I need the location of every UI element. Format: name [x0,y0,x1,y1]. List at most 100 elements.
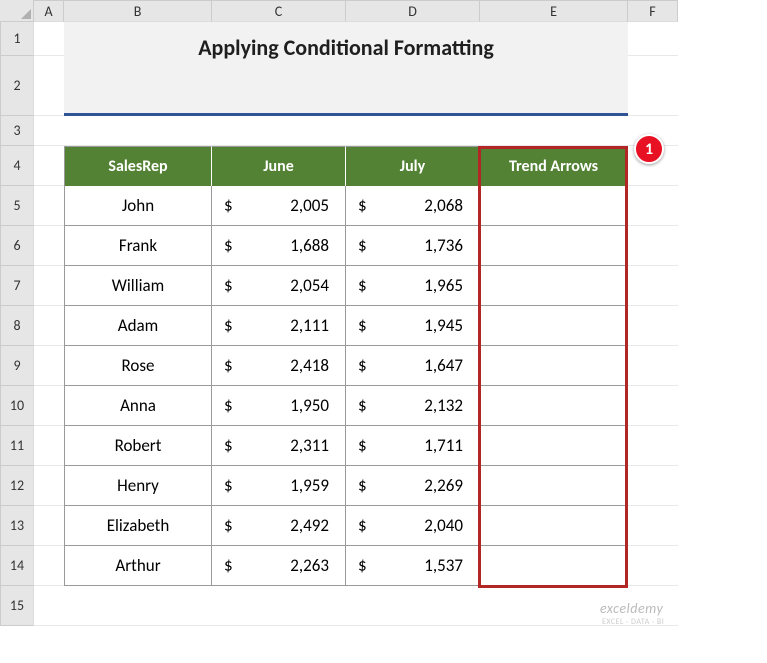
row-header-12[interactable]: 12 [0,466,34,506]
table-row[interactable] [480,306,628,346]
cell-F6[interactable] [628,226,678,266]
cell-F1[interactable] [628,22,678,56]
table-row[interactable] [480,386,628,426]
table-row[interactable]: $2,492 [212,506,346,546]
row-header-6[interactable]: 6 [0,226,34,266]
col-header-C[interactable]: C [212,0,346,22]
cell-E3[interactable] [480,116,628,146]
table-row[interactable]: $2,068 [346,186,480,226]
cell-F12[interactable] [628,466,678,506]
cell-A10[interactable] [34,386,64,426]
table-row[interactable]: $1,647 [346,346,480,386]
row-header-10[interactable]: 10 [0,386,34,426]
table-row[interactable]: $2,005 [212,186,346,226]
cell-F11[interactable] [628,426,678,466]
table-row[interactable]: Rose [64,346,212,386]
row-header-5[interactable]: 5 [0,186,34,226]
cell-A4[interactable] [34,146,64,186]
cell-B15[interactable] [64,586,212,626]
cell-A15[interactable] [34,586,64,626]
row-header-13[interactable]: 13 [0,506,34,546]
cell-A8[interactable] [34,306,64,346]
table-row[interactable]: Anna [64,386,212,426]
col-header-F[interactable]: F [628,0,678,22]
cell-A1[interactable] [34,22,64,56]
table-row[interactable]: $1,537 [346,546,480,586]
table-row[interactable]: $1,945 [346,306,480,346]
cell-A5[interactable] [34,186,64,226]
cell-F14[interactable] [628,546,678,586]
table-row[interactable]: $2,418 [212,346,346,386]
table-row[interactable] [480,226,628,266]
table-row[interactable]: $1,965 [346,266,480,306]
row-header-7[interactable]: 7 [0,266,34,306]
table-row[interactable] [480,466,628,506]
table-row[interactable] [480,506,628,546]
table-header-june[interactable]: June [212,146,346,186]
table-row[interactable]: John [64,186,212,226]
table-row[interactable]: $2,111 [212,306,346,346]
table-row[interactable]: Elizabeth [64,506,212,546]
table-header-salesrep[interactable]: SalesRep [64,146,212,186]
row-header-14[interactable]: 14 [0,546,34,586]
table-row[interactable]: Henry [64,466,212,506]
select-all-corner[interactable] [0,0,34,22]
row-header-2[interactable]: 2 [0,56,34,116]
table-row[interactable]: $2,311 [212,426,346,466]
cell-F7[interactable] [628,266,678,306]
title-cell[interactable]: Applying Conditional Formatting [64,22,628,116]
row-header-1[interactable]: 1 [0,22,34,56]
col-header-A[interactable]: A [34,0,64,22]
table-row[interactable] [480,426,628,466]
col-header-D[interactable]: D [346,0,480,22]
cell-D3[interactable] [346,116,480,146]
cell-A9[interactable] [34,346,64,386]
cell-C3[interactable] [212,116,346,146]
col-header-E[interactable]: E [480,0,628,22]
table-row[interactable]: $2,132 [346,386,480,426]
table-row[interactable]: $1,959 [212,466,346,506]
table-row[interactable]: $2,040 [346,506,480,546]
table-row[interactable]: $1,736 [346,226,480,266]
cell-F2[interactable] [628,56,678,116]
table-row[interactable]: $1,688 [212,226,346,266]
row-header-9[interactable]: 9 [0,346,34,386]
cell-C15[interactable] [212,586,346,626]
cell-B3[interactable] [64,116,212,146]
cell-F5[interactable] [628,186,678,226]
table-row[interactable]: Adam [64,306,212,346]
cell-A12[interactable] [34,466,64,506]
table-row[interactable]: Robert [64,426,212,466]
cell-A2[interactable] [34,56,64,116]
table-row[interactable]: $2,263 [212,546,346,586]
row-header-3[interactable]: 3 [0,116,34,146]
col-header-B[interactable]: B [64,0,212,22]
table-row[interactable]: Arthur [64,546,212,586]
table-row[interactable] [480,346,628,386]
table-row[interactable] [480,266,628,306]
cell-A14[interactable] [34,546,64,586]
table-row[interactable]: $2,269 [346,466,480,506]
table-row[interactable] [480,546,628,586]
table-header-july[interactable]: July [346,146,480,186]
cell-A6[interactable] [34,226,64,266]
table-row[interactable] [480,186,628,226]
cell-A11[interactable] [34,426,64,466]
cell-F9[interactable] [628,346,678,386]
cell-A7[interactable] [34,266,64,306]
cell-F8[interactable] [628,306,678,346]
table-row[interactable]: William [64,266,212,306]
cell-A3[interactable] [34,116,64,146]
row-header-15[interactable]: 15 [0,586,34,626]
table-header-trend[interactable]: Trend Arrows [480,146,628,186]
cell-D15[interactable] [346,586,480,626]
cell-A13[interactable] [34,506,64,546]
row-header-8[interactable]: 8 [0,306,34,346]
row-header-11[interactable]: 11 [0,426,34,466]
table-row[interactable]: $1,950 [212,386,346,426]
cell-F13[interactable] [628,506,678,546]
row-header-4[interactable]: 4 [0,146,34,186]
table-row[interactable]: $1,711 [346,426,480,466]
table-row[interactable]: $2,054 [212,266,346,306]
cell-F10[interactable] [628,386,678,426]
